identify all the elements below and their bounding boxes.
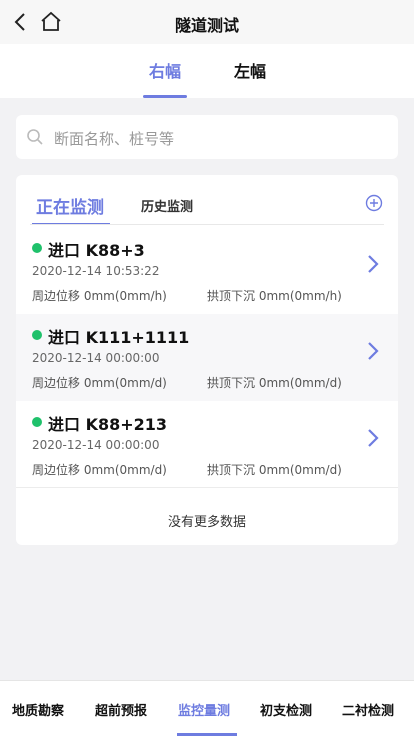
bottom-nav-geology[interactable]: 地质勘察 bbox=[12, 700, 64, 719]
chevron-right-icon bbox=[368, 342, 379, 360]
item-time: 2020-12-14 10:53:22 bbox=[32, 264, 160, 278]
list-item[interactable]: 进口 K88+3 2020-12-14 10:53:22 周边位移 0mm(0m… bbox=[16, 227, 398, 314]
page-title: 隧道测试 bbox=[174, 16, 239, 35]
tab-monitoring[interactable]: 正在监测 bbox=[32, 193, 110, 225]
item-name: 进口 K88+3 bbox=[48, 241, 145, 260]
tab-right-side[interactable]: 右幅 bbox=[135, 58, 195, 98]
no-more-data-text: 没有更多数据 bbox=[167, 515, 246, 530]
plus-circle-icon[interactable] bbox=[365, 194, 383, 212]
list-item[interactable]: 进口 K88+213 2020-12-14 00:00:00 周边位移 0mm(… bbox=[16, 401, 398, 488]
item-time: 2020-12-14 00:00:00 bbox=[32, 351, 160, 365]
side-tabbar: 右幅 左幅 bbox=[0, 44, 414, 98]
chevron-right-icon bbox=[368, 255, 379, 273]
tab-history[interactable]: 历史监测 bbox=[141, 196, 193, 215]
search-input[interactable]: 断面名称、桩号等 bbox=[16, 115, 398, 159]
search-icon bbox=[27, 129, 43, 145]
bottom-nav-monitoring[interactable]: 监控量测 bbox=[178, 700, 230, 719]
bottom-nav-primary-support[interactable]: 初支检测 bbox=[260, 700, 312, 719]
item-displacement: 周边位移 0mm(0mm/d) bbox=[32, 376, 167, 390]
list-item[interactable]: 进口 K111+1111 2020-12-14 00:00:00 周边位移 0m… bbox=[16, 314, 398, 401]
bottom-nav-forecast[interactable]: 超前预报 bbox=[95, 700, 147, 719]
item-displacement: 周边位移 0mm(0mm/h) bbox=[32, 289, 167, 303]
chevron-right-icon bbox=[368, 429, 379, 447]
monitor-card: 正在监测 历史监测 进口 K88+3 2020-12-14 10:53:22 周… bbox=[16, 175, 398, 545]
item-displacement: 周边位移 0mm(0mm/d) bbox=[32, 463, 167, 477]
item-name: 进口 K88+213 bbox=[48, 415, 168, 434]
item-settlement: 拱顶下沉 0mm(0mm/d) bbox=[207, 376, 342, 390]
item-settlement: 拱顶下沉 0mm(0mm/d) bbox=[207, 463, 342, 477]
item-settlement: 拱顶下沉 0mm(0mm/h) bbox=[207, 289, 342, 303]
bottom-nav-lining[interactable]: 二衬检测 bbox=[342, 700, 394, 719]
status-dot bbox=[32, 243, 42, 253]
status-dot bbox=[32, 330, 42, 340]
divider bbox=[30, 224, 384, 225]
item-time: 2020-12-14 00:00:00 bbox=[32, 438, 160, 452]
bottom-nav: 地质勘察 超前预报 监控量测 初支检测 二衬检测 bbox=[0, 680, 414, 736]
item-name: 进口 K111+1111 bbox=[48, 328, 190, 347]
nav-bar: 隧道测试 bbox=[0, 0, 414, 44]
status-dot bbox=[32, 417, 42, 427]
monitor-tabs: 正在监测 历史监测 bbox=[16, 175, 398, 225]
search-placeholder: 断面名称、桩号等 bbox=[54, 130, 175, 148]
divider bbox=[16, 487, 398, 488]
tab-left-side[interactable]: 左幅 bbox=[220, 58, 280, 98]
